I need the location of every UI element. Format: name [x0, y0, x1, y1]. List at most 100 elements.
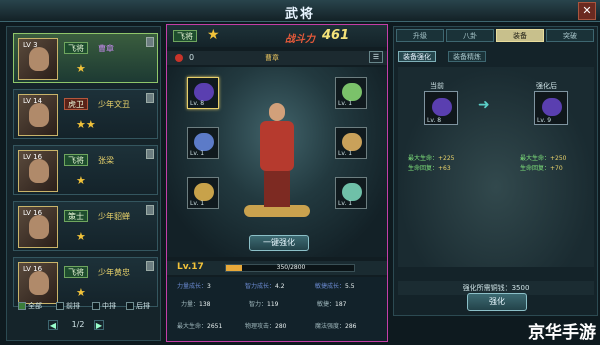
equip-slot-jade[interactable]: Lv. 1 [335, 77, 367, 109]
hero-name: 少年貂蝉 [98, 212, 130, 221]
hero-list-panel: LV 3 飞将 曹章 ★ LV 14 虎卫 少年文丑 ★★ LV 16 飞将 张… [6, 26, 161, 341]
hero-list-pager: ◀ 1/2 ▶ [48, 320, 108, 332]
before-regen: 生命回复：+63 [408, 165, 451, 172]
hero-stars: ★ [76, 174, 86, 187]
hero-stars: ★★ [76, 118, 96, 131]
hp-stat: 最大生命：2651 [177, 323, 223, 330]
filter-back-checkbox[interactable] [126, 302, 134, 310]
resource-value: 0 [189, 53, 195, 62]
subtab-enhance[interactable]: 装备强化 [398, 51, 436, 62]
hero-portrait: LV 16 [18, 262, 58, 304]
mdef-stat: 魔法强度：286 [315, 323, 357, 330]
hero-detail-header: 飞将 ★ 战斗力 461 [167, 25, 387, 47]
hero-level: Lv.17 [177, 262, 204, 272]
grow-int-stat: 智力成长：4.2 [245, 283, 285, 290]
hero-portrait: LV 16 [18, 206, 58, 248]
hero-card-4[interactable]: LV 16 飞将 少年黄忠 ★ [13, 257, 158, 307]
atk-stat: 物理攻击：280 [245, 323, 287, 330]
gem-icon [175, 54, 183, 62]
int-stat: 智力：119 [249, 301, 279, 308]
hero-side-icon[interactable] [146, 37, 154, 47]
hero-rank-tag: 飞将 [64, 266, 88, 278]
hero-stars: ★ [76, 230, 86, 243]
sash-icon [432, 98, 452, 116]
slot-level: Lv. 1 [338, 150, 353, 157]
power-value: 461 [322, 28, 350, 43]
grow-agi-stat: 敏捷成长：5.5 [315, 283, 355, 290]
hero-level: LV 16 [23, 209, 43, 217]
after-hp: 最大生命：+250 [520, 155, 567, 162]
hero-level: LV 16 [23, 153, 43, 161]
drum-icon [194, 183, 214, 201]
one-click-enhance-button[interactable]: 一键强化 [249, 235, 309, 251]
exp-bar: 350/2800 [225, 264, 355, 272]
filter-front-label: 前排 [66, 302, 80, 310]
hero-name: 张梁 [98, 156, 114, 165]
hero-side-icon[interactable] [146, 93, 154, 103]
slot-level: Lv. 1 [190, 150, 205, 157]
prev-page-button[interactable]: ◀ [48, 320, 58, 330]
str-stat: 力量：138 [181, 301, 211, 308]
hero-level: LV 14 [23, 97, 43, 105]
subtab-refine[interactable]: 装备精炼 [448, 51, 486, 62]
level-bar: Lv.17 350/2800 [167, 261, 387, 275]
hero-side-icon[interactable] [146, 149, 154, 159]
hero-detail-panel: 飞将 ★ 战斗力 461 0 曹章 ☰ Lv. 8 Lv. 1 Lv. 1 Lv… [166, 24, 388, 342]
exp-text: 350/2800 [276, 264, 306, 271]
hero-card-3[interactable]: LV 16 策士 少年貂蝉 ★ [13, 201, 158, 251]
star-icon: ★ [207, 27, 220, 43]
filter-all-label: 全部 [28, 302, 42, 310]
before-level: Lv. 8 [427, 117, 442, 124]
before-item-slot: Lv. 8 [424, 91, 458, 125]
hero-rank-tag: 虎卫 [64, 98, 88, 110]
hero-level: LV 3 [23, 41, 38, 49]
hero-card-0[interactable]: LV 3 飞将 曹章 ★ [13, 33, 158, 83]
filter-front-checkbox[interactable] [56, 302, 64, 310]
hero-figure [244, 95, 310, 225]
after-item-slot: Lv. 9 [534, 91, 568, 125]
hero-side-icon[interactable] [146, 205, 154, 215]
filter-middle-checkbox[interactable] [92, 302, 100, 310]
tab-equipment[interactable]: 装备 [496, 29, 544, 42]
power-label: 战斗力 [285, 34, 315, 45]
after-regen: 生命回复：+70 [520, 165, 563, 172]
equip-slot-drum[interactable]: Lv. 1 [187, 177, 219, 209]
slot-level: Lv. 8 [190, 100, 205, 107]
equip-slot-sash[interactable]: Lv. 8 [187, 77, 219, 109]
watermark-logo: 京华手游 [528, 323, 596, 343]
agi-stat: 敏捷：187 [317, 301, 347, 308]
menu-icon[interactable]: ☰ [369, 51, 383, 63]
close-button[interactable]: ✕ [578, 2, 596, 20]
hero-side-icon[interactable] [146, 261, 154, 271]
enhance-button[interactable]: 强化 [467, 293, 527, 311]
equip-slot-boot[interactable]: Lv. 1 [335, 177, 367, 209]
hero-portrait: LV 14 [18, 94, 58, 136]
lance-icon [194, 133, 214, 151]
hero-name: 曹章 [265, 54, 279, 62]
equip-slot-robe[interactable]: Lv. 1 [335, 127, 367, 159]
next-page-button[interactable]: ▶ [94, 320, 104, 330]
grow-power-stat: 力量成长：3 [177, 283, 211, 290]
hero-rank-tag: 策士 [64, 210, 88, 222]
hero-card-1[interactable]: LV 14 虎卫 少年文丑 ★★ [13, 89, 158, 139]
tab-upgrade[interactable]: 升级 [396, 29, 444, 42]
filter-middle-label: 中排 [102, 302, 116, 310]
filter-back-label: 后排 [136, 302, 150, 310]
hero-stage: Lv. 8 Lv. 1 Lv. 1 Lv. 1 Lv. 1 Lv. 1 [167, 67, 387, 257]
hero-card-2[interactable]: LV 16 飞将 张梁 ★ [13, 145, 158, 195]
hero-portrait: LV 16 [18, 150, 58, 192]
equip-slot-lance[interactable]: Lv. 1 [187, 127, 219, 159]
tab-breakthrough[interactable]: 突破 [546, 29, 594, 42]
jade-icon [342, 83, 362, 101]
equipment-subtabs: 装备强化 装备精炼 [398, 51, 594, 63]
boot-icon [342, 183, 362, 201]
window-title-bar: 武将 ✕ [0, 0, 600, 22]
hero-rank-tag: 飞将 [64, 42, 88, 54]
hero-name-bar: 0 曹章 ☰ [167, 51, 387, 65]
before-hp: 最大生命：+225 [408, 155, 455, 162]
sash-icon [194, 83, 214, 101]
filter-all-checkbox[interactable] [18, 302, 26, 310]
hero-name: 少年黄忠 [98, 268, 130, 277]
equipment-tabs: 升级 八卦 装备 突破 [394, 29, 599, 43]
tab-bagua[interactable]: 八卦 [446, 29, 494, 42]
